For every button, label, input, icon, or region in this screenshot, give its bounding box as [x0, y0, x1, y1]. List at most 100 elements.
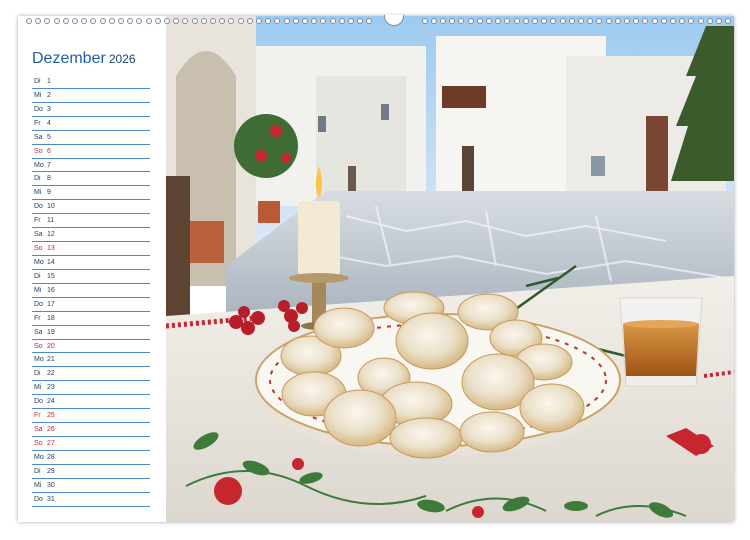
day-row: Di 15 — [32, 270, 150, 284]
binding-ring — [302, 18, 308, 24]
binding-ring — [90, 18, 97, 24]
binding-ring — [697, 18, 704, 24]
binding-ring — [200, 18, 207, 24]
day-number: 8 — [47, 175, 51, 183]
day-row: Fr 18 — [32, 312, 150, 326]
hanger-hook — [384, 15, 404, 26]
binding-ring — [440, 18, 446, 24]
day-number: 30 — [47, 481, 55, 489]
day-row: So 6 — [32, 145, 150, 159]
binding-ring — [136, 18, 143, 24]
binding-ring — [458, 18, 465, 24]
binding-ring — [725, 18, 732, 24]
photo-illustration — [166, 16, 734, 522]
day-row: Mi 30 — [32, 479, 150, 493]
binding-ring — [127, 18, 134, 24]
day-row: Sa 19 — [32, 326, 150, 340]
day-number: 5 — [47, 133, 51, 141]
day-number: 27 — [47, 439, 55, 447]
day-row: Sa 5 — [32, 131, 150, 145]
day-number: 18 — [47, 314, 55, 322]
binding-ring — [338, 18, 345, 24]
binding-ring — [265, 18, 272, 24]
day-number: 16 — [47, 286, 55, 294]
day-number: 19 — [47, 328, 55, 336]
binding-ring — [651, 18, 658, 24]
day-number: 26 — [47, 426, 55, 434]
day-row: Mi 2 — [32, 89, 150, 103]
weekday-label: Mi — [34, 189, 42, 197]
binding-ring — [670, 18, 676, 24]
binding-ring — [467, 18, 474, 24]
binding-ring — [624, 18, 630, 24]
binding-ring — [99, 18, 106, 24]
weekday-label: Mi — [34, 286, 42, 294]
day-row: Mo 28 — [32, 451, 150, 465]
weekday-label: So — [34, 245, 43, 253]
day-number: 31 — [47, 495, 55, 503]
binding-ring — [522, 18, 529, 24]
binding-ring — [660, 18, 667, 24]
day-row: Do 3 — [32, 103, 150, 117]
day-number: 14 — [47, 258, 55, 266]
binding-ring — [550, 18, 557, 24]
day-row: Mi 23 — [32, 381, 150, 396]
binding-ring — [62, 18, 69, 24]
weekday-label: Fr — [34, 217, 41, 225]
weekday-label: Fr — [34, 119, 41, 127]
binding-ring — [311, 18, 318, 24]
day-number: 7 — [47, 161, 51, 169]
binding-ring — [108, 18, 115, 24]
day-number: 12 — [47, 231, 55, 239]
weekday-label: Mi — [34, 91, 42, 99]
weekday-label: Fr — [34, 314, 41, 322]
weekday-label: Di — [34, 175, 41, 183]
day-number: 25 — [47, 412, 55, 420]
binding-ring — [237, 18, 244, 24]
binding-ring — [532, 18, 538, 24]
day-row: Do 24 — [32, 395, 150, 410]
binding-ring — [679, 18, 686, 24]
binding-ring — [568, 18, 575, 24]
weekday-label: Mo — [34, 453, 44, 461]
binding-ring — [44, 18, 51, 24]
weekday-label: Mo — [34, 161, 44, 169]
day-row: So 20 — [32, 340, 150, 354]
binding-ring — [246, 18, 253, 24]
day-number: 3 — [47, 105, 51, 113]
day-row: Do 31 — [32, 493, 150, 507]
binding-ring — [559, 18, 566, 24]
day-number: 17 — [47, 300, 55, 308]
weekday-label: Di — [34, 467, 41, 475]
binding-ring — [81, 18, 88, 24]
weekday-label: Mo — [34, 258, 44, 266]
weekday-label: So — [34, 342, 43, 350]
binding-ring — [614, 18, 621, 24]
calendar-page: Dezember 2026 Di 1 Mi 2 Do 3 Fr 4 Sa 5 So 6 Mo 7 Di 8 Mi 9… — [18, 16, 734, 522]
day-number: 28 — [47, 453, 55, 461]
binding-ring — [716, 18, 722, 24]
day-row: Mi 16 — [32, 284, 150, 298]
day-row: Di 1 — [32, 75, 150, 89]
day-number: 10 — [47, 203, 55, 211]
binding-ring — [320, 18, 327, 24]
month-name: Dezember — [32, 50, 106, 67]
binding-ring — [348, 18, 354, 24]
day-row: So 27 — [32, 437, 150, 451]
calendar-column: Dezember 2026 Di 1 Mi 2 Do 3 Fr 4 Sa 5 So 6 Mo 7 Di 8 Mi 9… — [18, 16, 166, 522]
day-number: 11 — [47, 217, 55, 225]
day-number: 13 — [47, 245, 55, 253]
day-row: Fr 11 — [32, 214, 150, 229]
day-number: 21 — [47, 356, 55, 364]
binding-ring — [182, 18, 189, 24]
year-label: 2026 — [108, 52, 136, 66]
weekday-label: Di — [34, 78, 41, 85]
day-list: Di 1 Mi 2 Do 3 Fr 4 Sa 5 So 6 Mo 7 Di 8 Mi 9 Do 10 Fr 11 Sa 12 S… — [32, 75, 150, 507]
day-row: Di 29 — [32, 465, 150, 479]
binding-ring — [173, 18, 180, 24]
binding-ring — [642, 18, 649, 24]
binding-ring — [486, 18, 492, 24]
binding-ring — [145, 18, 152, 24]
day-number: 1 — [47, 78, 51, 85]
binding-ring — [357, 18, 364, 24]
